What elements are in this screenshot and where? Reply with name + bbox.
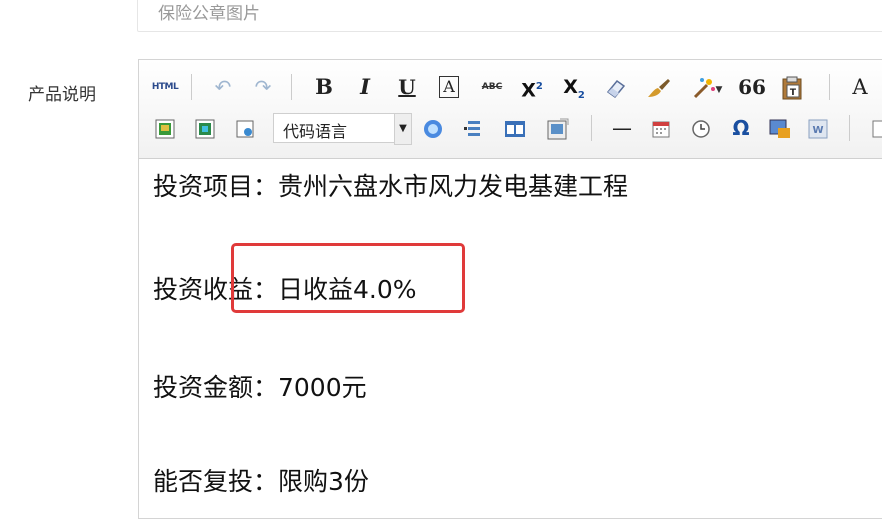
toolbar-separator: [591, 115, 592, 141]
word-image-icon[interactable]: W: [803, 113, 833, 143]
auto-format-icon[interactable]: ▼: [687, 72, 727, 102]
format-brush-icon[interactable]: [643, 72, 675, 102]
code-language-value: 代码语言: [283, 122, 348, 141]
toolbar-separator: [849, 115, 850, 141]
superscript-letter: X: [521, 79, 536, 102]
html-source-button[interactable]: HTML: [147, 72, 183, 102]
superscript-button[interactable]: X2: [517, 72, 547, 102]
toolbar-separator: [829, 74, 830, 100]
strikethrough-button[interactable]: ABC: [475, 72, 509, 102]
font-border-button[interactable]: A: [435, 72, 463, 102]
svg-text:W: W: [812, 125, 823, 136]
svg-text:T: T: [790, 88, 797, 98]
editor-toolbar: HTML ↶ ↷ B I U A ABC X2 X2 ▼ 66 T A 代码语言…: [139, 60, 882, 159]
redo-icon[interactable]: ↷: [249, 72, 277, 102]
insurance-seal-image-placeholder: 保险公章图片: [158, 4, 260, 24]
blockquote-button[interactable]: 66: [737, 72, 767, 102]
content-paragraph-amount: 投资金额：7000元: [153, 373, 367, 402]
page-break-icon[interactable]: [459, 113, 487, 143]
chevron-down-icon: ▼: [715, 85, 723, 95]
content-paragraph-project: 投资项目：贵州六盘水市风力发电基建工程: [153, 172, 629, 201]
toolbar-separator: [191, 74, 192, 100]
subscript-mark: 2: [577, 89, 585, 101]
special-char-button[interactable]: Ω: [727, 113, 755, 143]
insert-frame-icon[interactable]: [543, 113, 573, 143]
image-left-icon[interactable]: [191, 113, 219, 143]
font-color-button[interactable]: A: [847, 72, 873, 102]
horizontal-rule-button[interactable]: —: [609, 113, 635, 143]
scrawl-icon[interactable]: [765, 113, 795, 143]
insert-date-icon[interactable]: [647, 113, 675, 143]
product-description-label: 产品说明: [28, 85, 96, 105]
font-border-letter: A: [439, 76, 459, 98]
highlight-box: [231, 243, 465, 313]
insert-table-icon[interactable]: [501, 113, 529, 143]
undo-icon[interactable]: ↶: [209, 72, 237, 102]
code-language-select[interactable]: 代码语言 ▼: [273, 113, 412, 145]
insert-time-icon[interactable]: [687, 113, 715, 143]
superscript-mark: 2: [535, 81, 543, 92]
template-icon[interactable]: [869, 113, 882, 143]
eraser-icon[interactable]: [601, 72, 631, 102]
italic-button[interactable]: I: [353, 72, 377, 102]
underline-button[interactable]: U: [395, 72, 419, 102]
insert-image-icon[interactable]: [231, 113, 259, 143]
subscript-letter: X: [563, 76, 578, 98]
chevron-down-icon[interactable]: ▼: [394, 113, 412, 145]
insurance-seal-image-field[interactable]: 保险公章图片: [137, 0, 882, 32]
content-paragraph-reinvest: 能否复投：限购3份: [153, 467, 369, 496]
toolbar-separator: [291, 74, 292, 100]
bold-button[interactable]: B: [311, 72, 337, 102]
insert-video-icon[interactable]: [419, 113, 447, 143]
image-center-icon[interactable]: [151, 113, 179, 143]
paste-plain-text-icon[interactable]: T: [777, 72, 807, 102]
subscript-button[interactable]: X2: [559, 72, 589, 102]
